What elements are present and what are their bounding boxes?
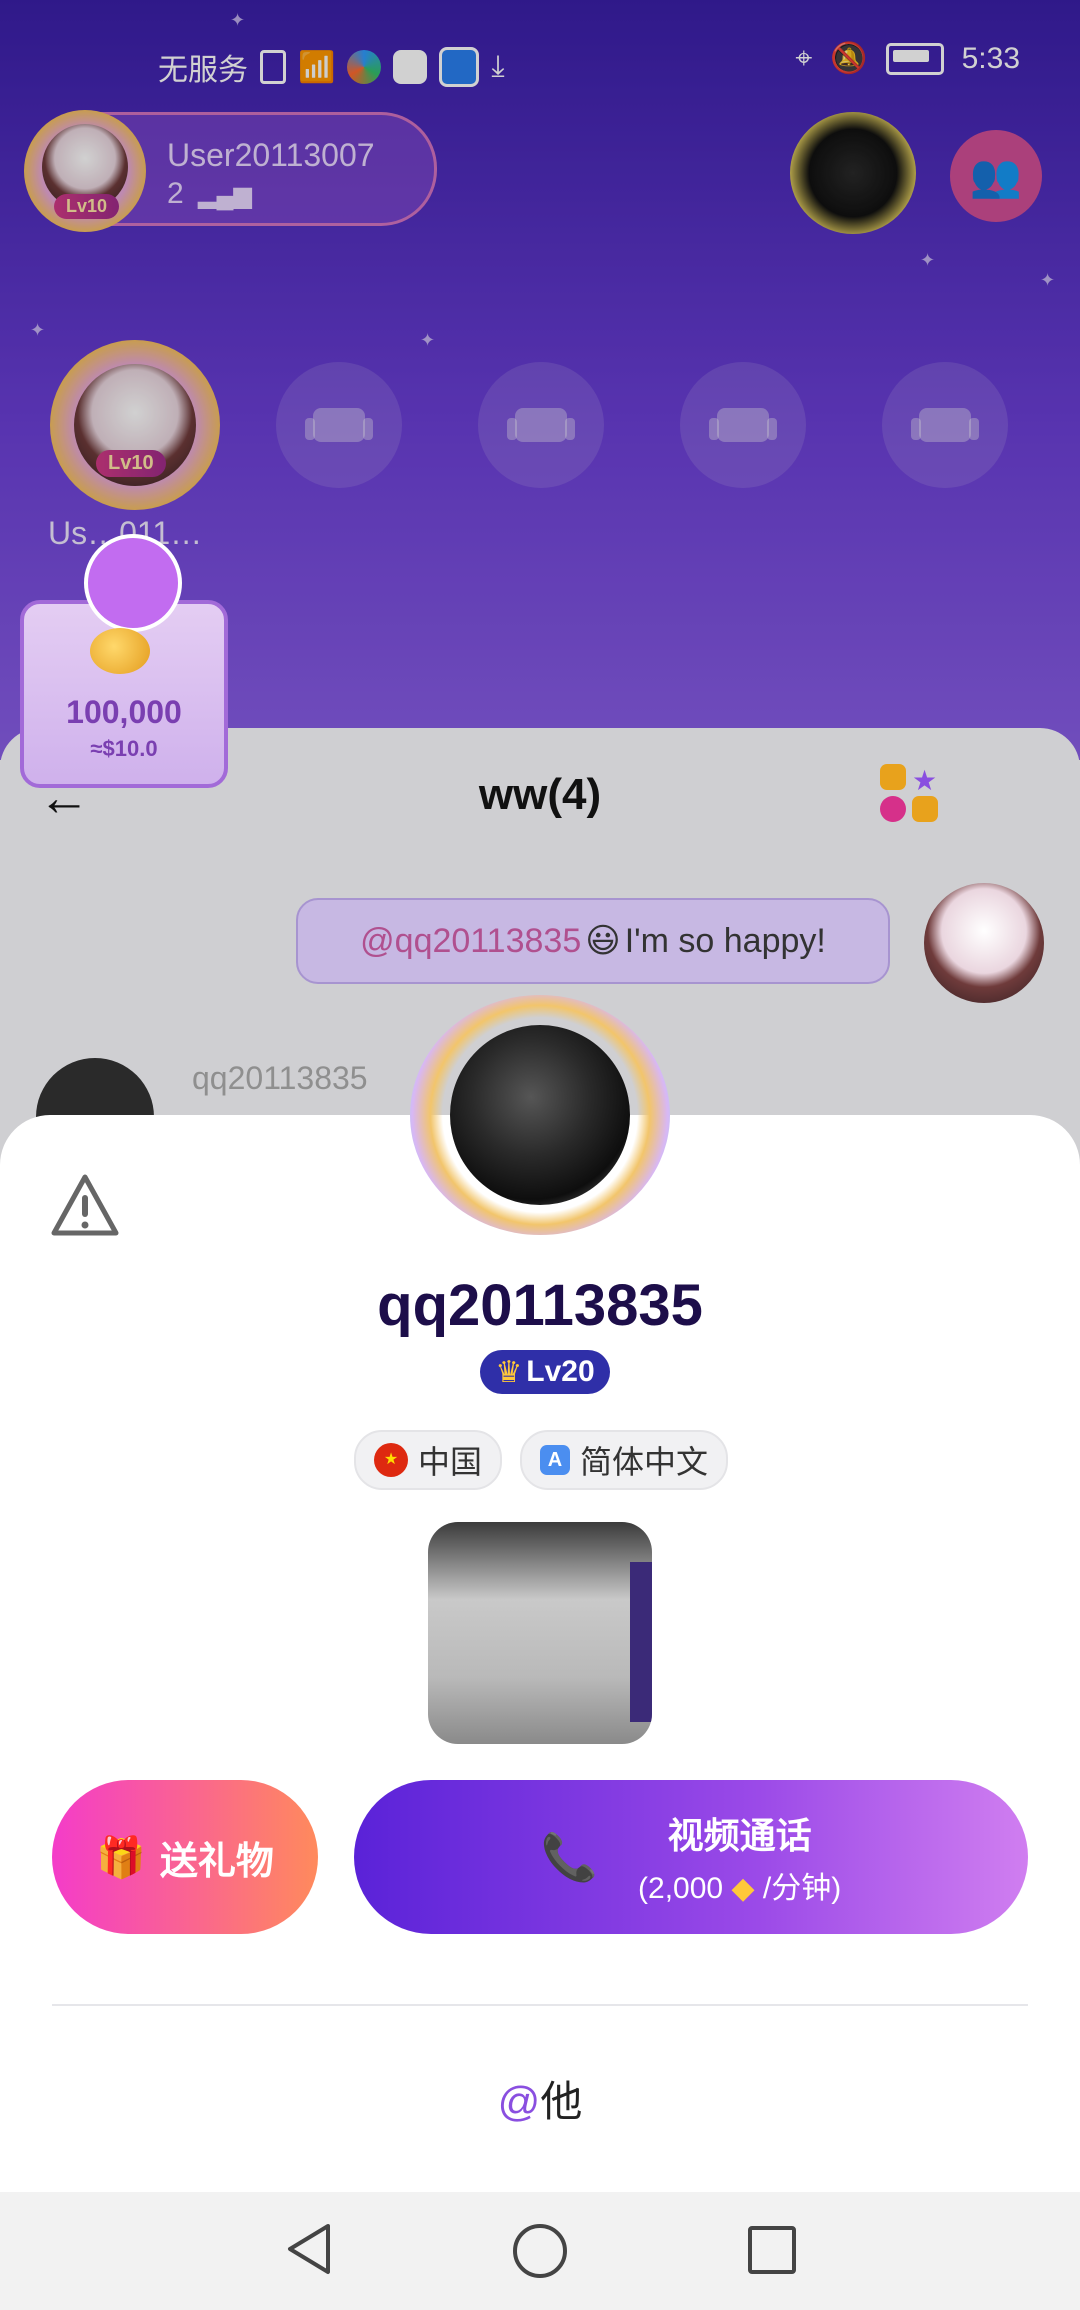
at-symbol: @ [497,2078,541,2125]
video-call-button[interactable]: 📞 视频通话 (2,000 ◆ /分钟) [354,1780,1028,1934]
divider [52,2004,1028,2006]
apps-grid-icon[interactable]: ★ [880,764,940,824]
gift-amount: 100,000 [66,694,182,730]
crown-icon: ♛ [495,1355,523,1389]
nav-recents-icon[interactable] [748,2226,796,2274]
my-avatar[interactable] [924,883,1044,1003]
gift-box-icon: 🎁 [96,1835,146,1880]
report-warning-icon[interactable] [50,1173,120,1239]
system-navigation-bar [0,2192,1080,2310]
grinning-emoji-icon: 😃 [585,922,621,960]
bean-icon [90,628,150,674]
profile-avatar[interactable] [390,965,690,1265]
sender-name: qq20113835 [192,1060,368,1096]
phone-icon: 📞 [540,1830,599,1883]
level-badge: ♛ Lv20 [480,1350,610,1394]
message-text: I'm so happy! [624,921,826,960]
translate-icon: A [540,1445,570,1475]
video-call-price: (2,000 ◆ /分钟) [638,1872,842,1905]
language-chip: A 简体中文 [520,1430,729,1490]
profile-username: qq20113835 [377,1273,703,1338]
message-mention[interactable]: @qq20113835 [360,922,581,961]
nav-home-icon[interactable] [513,2224,567,2278]
country-chip: ★ 中国 [354,1430,503,1490]
china-flag-icon: ★ [374,1443,408,1477]
send-gift-button[interactable]: 🎁 送礼物 [52,1780,318,1934]
gift-reward-card[interactable]: 100,000 ≈$10.0 [20,534,228,788]
diamond-icon: ◆ [731,1872,755,1905]
nav-back-icon[interactable] [284,2222,334,2281]
profile-photo[interactable] [428,1522,652,1744]
video-call-label: 视频通话 [667,1815,812,1856]
gift-wing-icon [84,534,182,632]
mention-button[interactable]: @他 [0,2068,1080,2129]
gift-value: ≈$10.0 [90,736,158,761]
